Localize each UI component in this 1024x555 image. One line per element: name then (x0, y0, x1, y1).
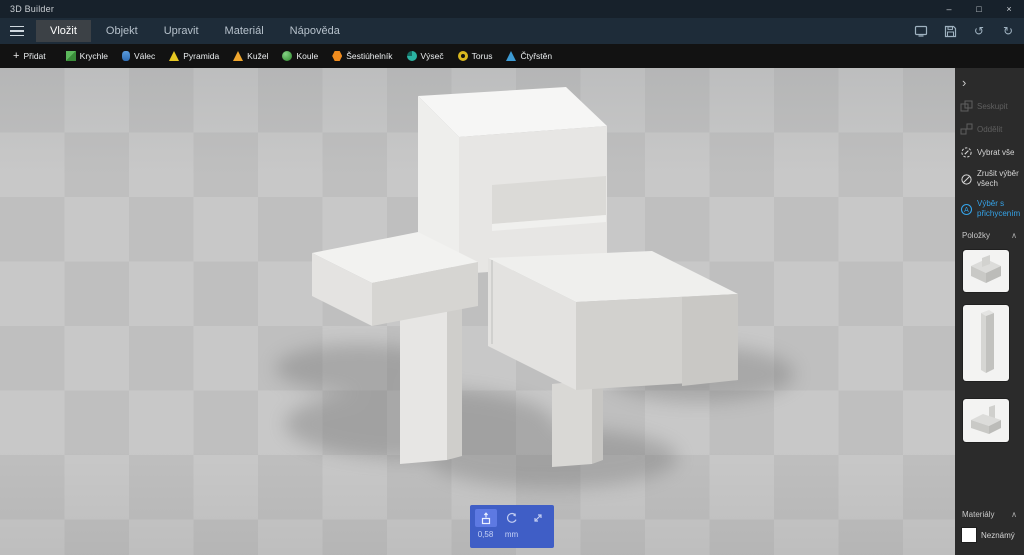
titlebar: 3D Builder – □ × (0, 0, 1024, 18)
3d-builder-window: 3D Builder – □ × Vložit Objekt Upravit M… (0, 0, 1024, 555)
insert-toolbar: + Přidat Krychle Válec Pyramida Kužel Ko… (0, 44, 1024, 68)
shape-button-kuzel[interactable]: Kužel (226, 44, 275, 68)
3d-model-canvas[interactable] (0, 68, 955, 555)
shape-button-valec[interactable]: Válec (115, 44, 162, 68)
shape-button-ctyrsten[interactable]: Čtyřstěn (499, 44, 559, 68)
torus-icon (457, 51, 468, 61)
plus-icon: + (13, 50, 20, 62)
tab-napoveda[interactable]: Nápověda (277, 18, 353, 44)
shape-button-sestiuhelnik[interactable]: Šestiúhelník (325, 44, 399, 68)
menubar-right-icons: ↺ ↻ (913, 18, 1016, 44)
deselect-all-button[interactable]: Zrušit výběr všech (955, 164, 1024, 194)
materials-section: Materiály ∧ Neznámý (955, 503, 1024, 547)
app-title: 3D Builder (10, 4, 55, 14)
redo-icon[interactable]: ↻ (1000, 23, 1016, 39)
group-icon (960, 100, 973, 113)
shape-button-vysec[interactable]: Výseč (400, 44, 451, 68)
select-all-button[interactable]: Vybrat vše (955, 141, 1024, 164)
undo-icon[interactable]: ↺ (971, 23, 987, 39)
cone-icon (233, 51, 244, 61)
hamburger-menu-icon[interactable] (0, 18, 34, 44)
ungroup-button[interactable]: Oddělit (955, 118, 1024, 141)
measurement-value: 0,58 (477, 530, 494, 539)
maximize-button[interactable]: □ (964, 0, 994, 18)
cube-icon (65, 51, 76, 61)
rotate-tool-button[interactable] (501, 509, 523, 527)
cylinder-icon (122, 51, 130, 61)
measurement-unit: mm (504, 530, 519, 539)
move-tool-button[interactable] (474, 509, 497, 527)
right-sidebar: › Seskupit Oddělit Vybrat vše Zrušit výb… (955, 68, 1024, 555)
add-button[interactable]: + Přidat (6, 44, 53, 68)
item-thumbnail-2[interactable] (963, 305, 1009, 381)
shape-button-krychle[interactable]: Krychle (59, 44, 115, 68)
deselect-all-icon (960, 173, 973, 186)
chevron-right-icon: › (962, 75, 967, 90)
save-icon[interactable] (942, 23, 958, 39)
tab-upravit[interactable]: Upravit (151, 18, 212, 44)
workspace: 0,58 mm › Seskupit Oddělit Vybrat vše Zr… (0, 68, 1024, 555)
shape-button-pyramida[interactable]: Pyramida (162, 44, 226, 68)
ungroup-icon (960, 123, 973, 136)
puzzle-piece-vertical[interactable] (418, 87, 607, 274)
item-thumbnail-1[interactable] (963, 250, 1009, 292)
chevron-up-icon: ∧ (1011, 231, 1017, 240)
item-thumbnail-3[interactable] (963, 399, 1009, 442)
tab-material[interactable]: Materiál (212, 18, 277, 44)
materials-section-header[interactable]: Materiály ∧ (955, 503, 1024, 523)
tab-vlozit[interactable]: Vložit (36, 20, 91, 42)
shape-button-torus[interactable]: Torus (451, 44, 500, 68)
svg-text:A: A (964, 207, 969, 214)
tab-objekt[interactable]: Objekt (93, 18, 151, 44)
material-item[interactable]: Neznámý (955, 523, 1024, 547)
minimize-button[interactable]: – (934, 0, 964, 18)
puzzle-piece-right-arm[interactable] (488, 251, 738, 390)
window-controls: – □ × (934, 0, 1024, 18)
sidebar-expand-button[interactable]: › (955, 74, 1024, 95)
measurement-panel: 0,58 mm (469, 505, 554, 548)
group-button[interactable]: Seskupit (955, 95, 1024, 118)
chevron-up-icon: ∧ (1011, 510, 1017, 519)
items-section-header[interactable]: Položky ∧ (955, 224, 1024, 244)
snap-select-button[interactable]: A Výběr s přichycením (955, 194, 1024, 224)
menubar: Vložit Objekt Upravit Materiál Nápověda … (0, 18, 1024, 44)
pyramid-icon (169, 51, 180, 61)
hexagon-icon (332, 51, 343, 61)
3d-viewport[interactable]: 0,58 mm (0, 68, 955, 555)
tetrahedron-icon (506, 51, 517, 61)
scale-tool-button[interactable] (527, 509, 549, 527)
material-swatch (962, 528, 976, 542)
select-all-icon (960, 146, 973, 159)
view-mode-icon[interactable] (913, 23, 929, 39)
shape-button-koule[interactable]: Koule (275, 44, 325, 68)
snap-select-icon: A (960, 203, 973, 216)
close-button[interactable]: × (994, 0, 1024, 18)
sphere-icon (282, 51, 293, 61)
wedge-icon (406, 51, 417, 61)
material-name: Neznámý (981, 530, 1015, 540)
